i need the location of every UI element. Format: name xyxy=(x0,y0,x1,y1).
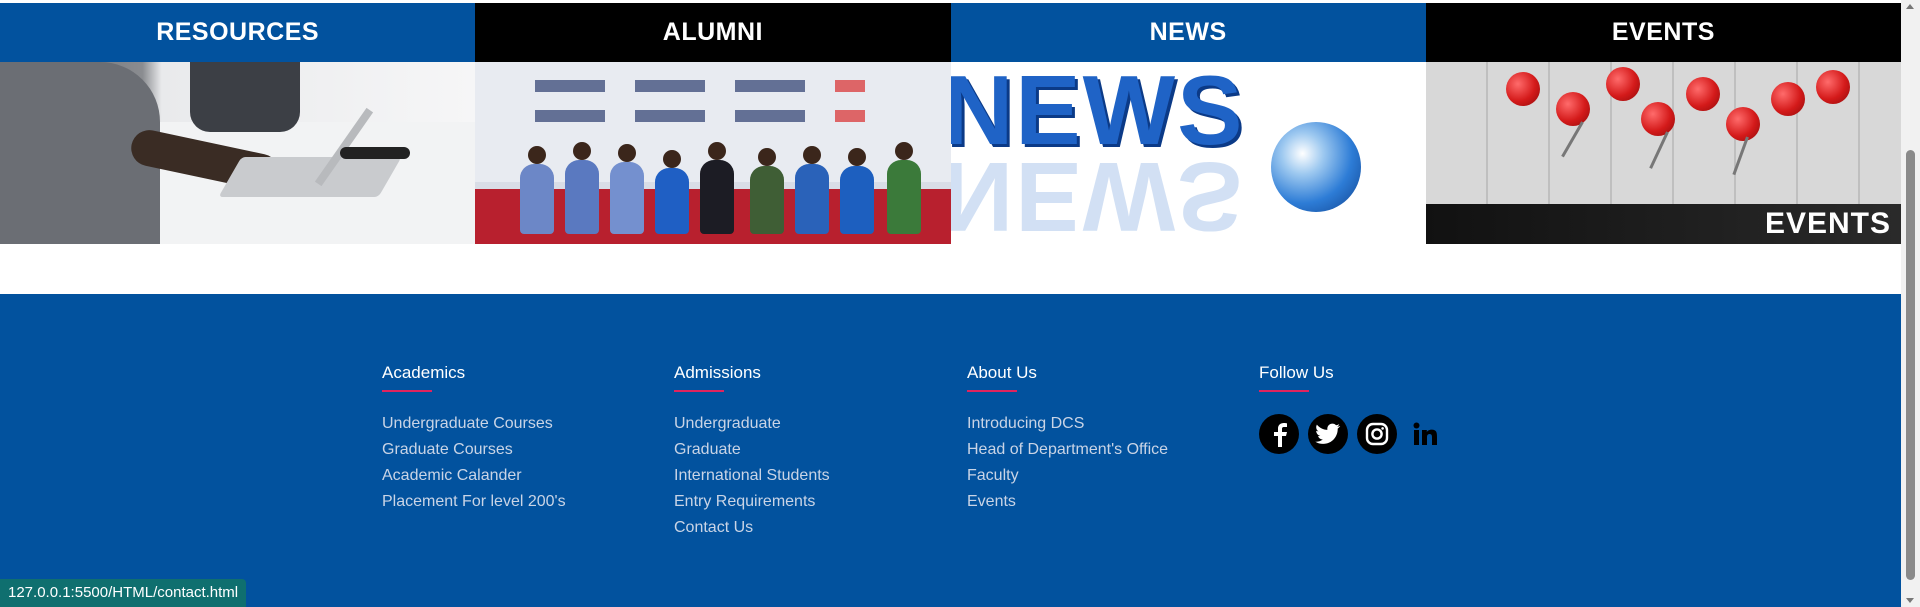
scroll-up-arrow-icon[interactable] xyxy=(1906,4,1914,9)
footer-column-academics: Academics Undergraduate Courses Graduate… xyxy=(382,362,566,518)
resources-image xyxy=(0,62,476,244)
status-bar-url: 127.0.0.1:5500/HTML/contact.html xyxy=(0,579,247,607)
footer-link[interactable]: Head of Department's Office xyxy=(967,440,1168,460)
tile-title: NEWS xyxy=(950,3,1426,62)
footer-column-about: About Us Introducing DCS Head of Departm… xyxy=(967,362,1168,518)
tile-title: RESOURCES xyxy=(0,3,476,62)
footer-heading: Academics xyxy=(382,363,466,382)
footer-column-follow: Follow Us xyxy=(1259,362,1446,454)
footer-link[interactable]: Faculty xyxy=(967,466,1168,486)
footer-link[interactable]: Placement For level 200's xyxy=(382,492,566,512)
facebook-icon[interactable] xyxy=(1259,414,1299,454)
footer-link[interactable]: Academic Calander xyxy=(382,466,566,486)
footer-heading: Admissions xyxy=(674,363,761,382)
site-footer: Academics Undergraduate Courses Graduate… xyxy=(0,294,1901,607)
heading-underline xyxy=(674,390,724,392)
page-scrollbar[interactable] xyxy=(1901,0,1920,607)
footer-heading: About Us xyxy=(967,363,1037,382)
footer-link[interactable]: Undergraduate Courses xyxy=(382,414,566,434)
page: RESOURCES ALUMNI NEWS NEWS NEWS EVENTS E… xyxy=(0,0,1901,607)
footer-link[interactable]: Entry Requirements xyxy=(674,492,830,512)
tile-title: ALUMNI xyxy=(475,3,951,62)
events-image: EVENTS xyxy=(1425,62,1901,244)
instagram-icon[interactable] xyxy=(1357,414,1397,454)
tile-events[interactable]: EVENTS EVENTS xyxy=(1425,3,1901,244)
footer-link[interactable]: Contact Us xyxy=(674,518,830,538)
heading-underline xyxy=(967,390,1017,392)
footer-link[interactable]: Graduate xyxy=(674,440,830,460)
alumni-image xyxy=(475,62,951,244)
social-links xyxy=(1259,414,1446,454)
news-image: NEWS NEWS xyxy=(950,62,1426,244)
footer-link[interactable]: Introducing DCS xyxy=(967,414,1168,434)
globe-icon xyxy=(1270,122,1361,212)
heading-underline xyxy=(1259,390,1309,392)
events-image-label: EVENTS xyxy=(1764,207,1891,240)
tile-alumni[interactable]: ALUMNI xyxy=(475,3,951,244)
footer-heading: Follow Us xyxy=(1259,363,1334,382)
news-image-reflection: NEWS xyxy=(950,142,1245,244)
tile-resources[interactable]: RESOURCES xyxy=(0,3,476,244)
tile-title: EVENTS xyxy=(1425,3,1901,62)
scroll-down-arrow-icon[interactable] xyxy=(1906,598,1914,603)
footer-link[interactable]: Events xyxy=(967,492,1168,512)
footer-link[interactable]: Undergraduate xyxy=(674,414,830,434)
linkedin-icon[interactable] xyxy=(1406,414,1446,454)
feature-tiles: RESOURCES ALUMNI NEWS NEWS NEWS EVENTS E… xyxy=(0,3,1901,244)
scroll-thumb[interactable] xyxy=(1906,150,1915,580)
footer-link[interactable]: Graduate Courses xyxy=(382,440,566,460)
footer-column-admissions: Admissions Undergraduate Graduate Intern… xyxy=(674,362,830,544)
heading-underline xyxy=(382,390,432,392)
footer-link[interactable]: International Students xyxy=(674,466,830,486)
twitter-icon[interactable] xyxy=(1308,414,1348,454)
tile-news[interactable]: NEWS NEWS NEWS xyxy=(950,3,1426,244)
